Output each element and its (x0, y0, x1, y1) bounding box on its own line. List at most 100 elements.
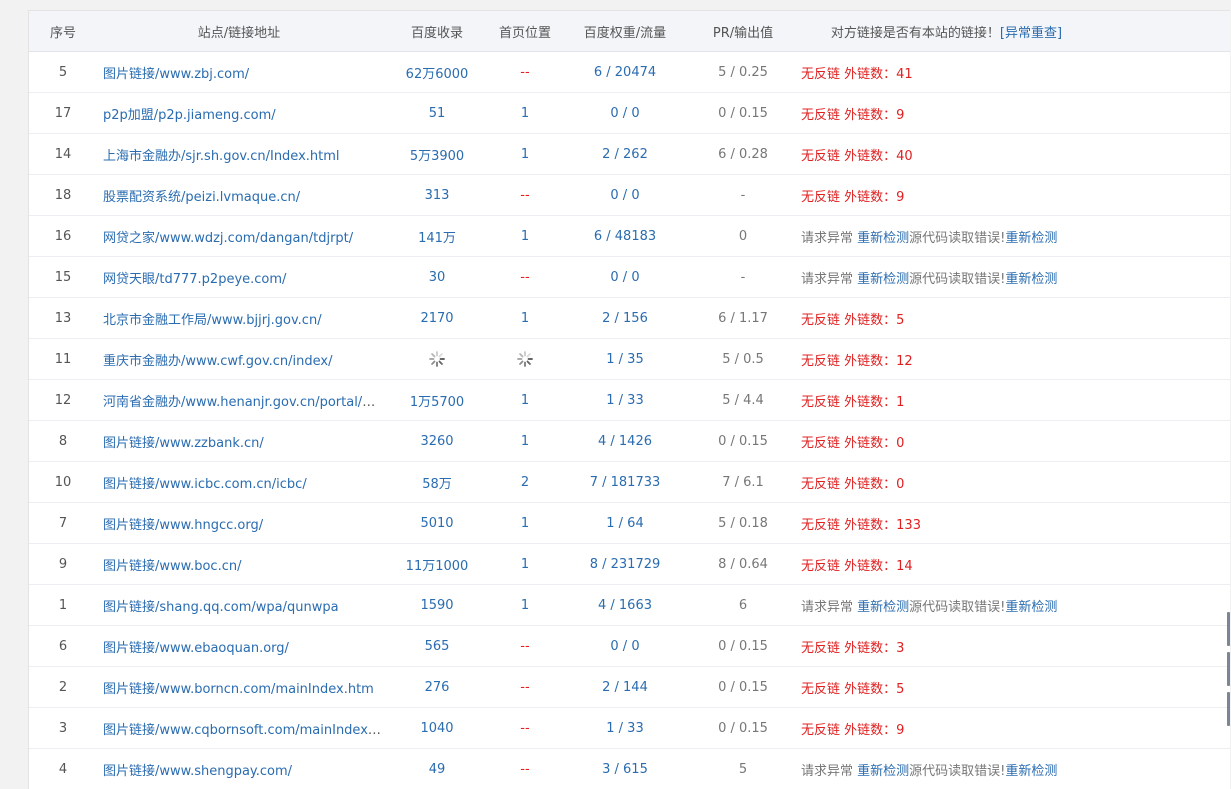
cell-baidu-index: 1590 (420, 597, 454, 613)
recheck-errors-link[interactable]: [异常重查] (1000, 26, 1062, 41)
header-baidu-index: 百度收录 (410, 25, 463, 41)
site-link[interactable]: 重庆市金融办/www.cwf.gov.cn/index/ (103, 354, 333, 369)
header-pr: PR/输出值 (712, 25, 774, 41)
cell-pr: 6 / 1.17 (718, 310, 768, 326)
cell-home-position: 2 (520, 474, 530, 490)
cell-pr: 0 / 0.15 (718, 433, 768, 449)
cell-index: 10 (54, 474, 72, 490)
cell-baidu-weight: 1 / 64 (606, 515, 644, 531)
cell-backlink-status: 无反链 外链数：0 (793, 432, 1230, 451)
table-row: 1 图片链接/shang.qq.com/wpa/qunwpa 1590 1 4 / 16… (29, 585, 1230, 626)
cell-baidu-weight: 4 / 1663 (598, 597, 652, 613)
cell-backlink-status: 无反链 外链数：133 (793, 514, 1230, 533)
source-read-error-text: 源代码读取错误! (909, 599, 1006, 615)
outlink-count: 外链数：5 (844, 312, 905, 328)
site-link[interactable]: 图片链接/www.zbj.com/ (103, 67, 249, 82)
site-link[interactable]: 图片链接/www.icbc.com.cn/icbc/ (103, 477, 307, 492)
no-backlink-text: 无反链 (801, 66, 841, 82)
recheck-link[interactable]: 重新检测 (1005, 231, 1057, 246)
site-link[interactable]: p2p加盟/p2p.jiameng.com/ (103, 108, 276, 123)
cell-home-position: 1 (520, 556, 530, 572)
cell-baidu-index: 5万3900 (409, 148, 465, 164)
site-link[interactable]: 图片链接/www.hngcc.org/ (103, 518, 263, 533)
scrollbar-thumb[interactable] (1227, 692, 1230, 726)
site-link[interactable]: 股票配资系统/peizi.lvmaque.cn/ (103, 190, 300, 205)
cell-home-position: -- (520, 720, 530, 736)
scrollbar-thumb[interactable] (1227, 652, 1230, 686)
cell-pr: 5 / 0.18 (718, 515, 768, 531)
cell-pr: - (740, 269, 746, 285)
cell-baidu-weight: 1 / 35 (606, 351, 644, 367)
site-link[interactable]: 北京市金融工作局/www.bjjrj.gov.cn/ (103, 313, 322, 328)
cell-backlink-status: 无反链 外链数：9 (793, 719, 1230, 738)
cell-index: 14 (54, 146, 72, 162)
table-row: 9 图片链接/www.boc.cn/11万1000 1 8 / 231729 8 / 0… (29, 544, 1230, 585)
cell-backlink-status: 无反链 外链数：14 (793, 555, 1230, 574)
cell-home-position: 1 (520, 105, 530, 121)
no-backlink-text: 无反链 (801, 722, 841, 738)
site-link[interactable]: 图片链接/www.zzbank.cn/ (103, 436, 264, 451)
site-link[interactable]: 河南省金融办/www.henanjr.gov.cn/portal/g... (103, 395, 381, 410)
recheck-link[interactable]: 重新检测 (857, 272, 909, 287)
loading-spinner-icon (429, 351, 445, 367)
cell-index: 3 (58, 720, 68, 736)
no-backlink-text: 无反链 (801, 517, 841, 533)
cell-home-position: 1 (520, 228, 530, 244)
cell-baidu-weight: 0 / 0 (610, 269, 640, 285)
source-read-error-text: 源代码读取错误! (909, 763, 1006, 779)
source-read-error-text: 源代码读取错误! (909, 230, 1006, 246)
cell-baidu-index: 49 (428, 761, 446, 777)
cell-index: 18 (54, 187, 72, 203)
cell-pr: 0 / 0.15 (718, 105, 768, 121)
site-link[interactable]: 网贷天眼/td777.p2peye.com/ (103, 272, 286, 287)
site-link[interactable]: 网贷之家/www.wdzj.com/dangan/tdjrpt/ (103, 231, 353, 246)
site-link[interactable]: 图片链接/www.ebaoquan.org/ (103, 641, 289, 656)
table-row: 18 股票配资系统/peizi.lvmaque.cn/313 -- 0 / 0 - 无反链… (29, 175, 1230, 216)
cell-home-position: 1 (520, 515, 530, 531)
cell-pr: 7 / 6.1 (722, 474, 764, 490)
cell-backlink-status: 无反链 外链数：5 (793, 678, 1230, 697)
no-backlink-text: 无反链 (801, 394, 841, 410)
cell-baidu-weight: 7 / 181733 (589, 474, 661, 490)
cell-index: 7 (58, 515, 68, 531)
cell-baidu-index: 565 (424, 638, 450, 654)
scrollbar[interactable] (1227, 612, 1231, 742)
scrollbar-thumb[interactable] (1227, 612, 1230, 646)
cell-pr: 6 (738, 597, 748, 613)
cell-backlink-status: 请求异常 重新检测源代码读取错误!重新检测 (793, 227, 1230, 246)
site-link[interactable]: 图片链接/www.cqbornsoft.com/mainIndex.... (103, 723, 381, 738)
outlink-count: 外链数：5 (844, 681, 905, 697)
cell-backlink-status: 请求异常 重新检测源代码读取错误!重新检测 (793, 760, 1230, 779)
cell-index: 16 (54, 228, 72, 244)
no-backlink-text: 无反链 (801, 107, 841, 123)
header-backlink-label: 对方链接是否有本站的链接！ (830, 25, 1000, 41)
cell-index: 9 (58, 556, 68, 572)
site-link[interactable]: 图片链接/www.shengpay.com/ (103, 764, 292, 779)
cell-backlink-status: 无反链 外链数：5 (793, 309, 1230, 328)
cell-baidu-index: 51 (428, 105, 446, 121)
table-row: 11 重庆市金融办/www.cwf.gov.cn/index/1 / 35 5 / … (29, 339, 1230, 380)
recheck-link[interactable]: 重新检测 (857, 600, 909, 615)
no-backlink-text: 无反链 (801, 558, 841, 574)
outlink-count: 外链数：9 (844, 722, 905, 738)
cell-baidu-weight: 6 / 20474 (593, 64, 657, 80)
no-backlink-text: 无反链 (801, 476, 841, 492)
site-link[interactable]: 上海市金融办/sjr.sh.gov.cn/Index.html (103, 149, 340, 164)
cell-baidu-index: 2170 (420, 310, 454, 326)
site-link[interactable]: 图片链接/shang.qq.com/wpa/qunwpa (103, 600, 339, 615)
table-row: 5 图片链接/www.zbj.com/62万6000 -- 6 / 20474 5 / … (29, 52, 1230, 93)
table-row: 6 图片链接/www.ebaoquan.org/565 -- 0 / 0 0 / 0.1… (29, 626, 1230, 667)
outlink-count: 外链数：14 (844, 558, 913, 574)
site-link[interactable]: 图片链接/www.boc.cn/ (103, 559, 241, 574)
recheck-link[interactable]: 重新检测 (857, 231, 909, 246)
recheck-link[interactable]: 重新检测 (1005, 764, 1057, 779)
cell-home-position: -- (520, 64, 530, 80)
cell-pr: 8 / 0.64 (718, 556, 768, 572)
recheck-link[interactable]: 重新检测 (1005, 272, 1057, 287)
recheck-link[interactable]: 重新检测 (1005, 600, 1057, 615)
cell-pr: 6 / 0.28 (718, 146, 768, 162)
site-link[interactable]: 图片链接/www.borncn.com/mainIndex.htm (103, 682, 374, 697)
cell-home-position: -- (520, 187, 530, 203)
recheck-link[interactable]: 重新检测 (857, 764, 909, 779)
cell-home-position: 1 (520, 310, 530, 326)
